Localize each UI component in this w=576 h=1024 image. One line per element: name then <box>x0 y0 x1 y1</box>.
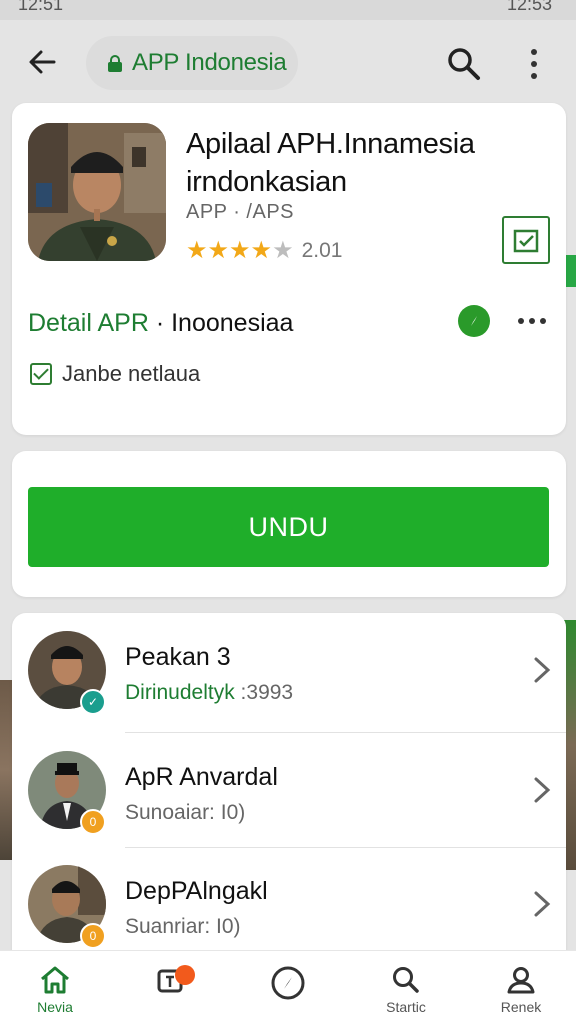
checkbox-label: Janbe netlaua <box>62 361 201 386</box>
search-icon <box>393 967 419 993</box>
list-item-name: DepPAlngakl <box>125 877 268 905</box>
dot-icon <box>531 61 537 67</box>
install-button[interactable] <box>502 216 550 264</box>
nav-label: Renek <box>500 999 542 1015</box>
chevron-right-icon <box>534 891 551 917</box>
search-button[interactable] <box>444 44 484 84</box>
nav-search[interactable]: Startic <box>361 951 451 1024</box>
related-list: ✓ Peakan 3 Dirinudeltyk :3993 0 ApR Anva… <box>12 613 566 983</box>
url-text: APP Indonesia <box>132 49 287 76</box>
list-item[interactable]: 0 ApR Anvardal Sunoaiar: I0) <box>12 733 566 847</box>
star-icon: ★ <box>186 237 208 264</box>
background-accent <box>566 255 576 287</box>
checkbox-row[interactable]: Janbe netlaua <box>30 361 200 387</box>
bottom-navigation: Nevia Startic Renek <box>0 950 576 1024</box>
detail-country: Inoonesiaa <box>171 309 294 337</box>
list-item-meta: Suanriar: I0) <box>125 915 241 938</box>
notification-dot <box>175 965 195 985</box>
nav-explore[interactable] <box>243 951 333 1024</box>
list-item-name: Peakan 3 <box>125 643 231 671</box>
url-bar[interactable]: APP Indonesia <box>86 36 298 90</box>
star-icon: ★ <box>250 237 273 264</box>
rating-count: 2.01 <box>301 239 343 262</box>
back-button[interactable] <box>22 42 62 82</box>
lock-icon <box>108 55 122 72</box>
top-app-bar: APP Indonesia <box>0 20 576 106</box>
star-icon: ★ <box>229 237 251 264</box>
app-info-card: Apilaal APH.Innamesia irndonkasian APP ·… <box>12 103 566 435</box>
chevron-right-icon <box>534 657 551 683</box>
more-options-button[interactable] <box>522 44 546 84</box>
app-rating: ★ ★ ★ ★ ★ 2.01 <box>186 237 342 265</box>
level-badge: 0 <box>80 809 106 835</box>
list-item-name: ApR Anvardal <box>125 763 278 791</box>
compass-icon <box>471 316 477 326</box>
status-bar: 12:51 12:53 <box>0 0 576 20</box>
share-button[interactable] <box>458 305 490 337</box>
list-item-meta: Dirinudeltyk :3993 <box>125 681 294 704</box>
profile-icon <box>507 967 535 994</box>
nav-profile[interactable]: Renek <box>476 951 566 1024</box>
status-time-right: 12:53 <box>506 0 552 14</box>
star-icon: ★ <box>207 237 230 264</box>
dot-icon <box>529 318 535 324</box>
dot-icon <box>518 318 524 324</box>
dot-icon <box>531 73 537 79</box>
download-button[interactable]: UNDU <box>28 487 549 567</box>
app-subtitle: APP · /APS <box>186 201 295 223</box>
card-more-button[interactable] <box>518 307 546 335</box>
status-time-left: 12:51 <box>18 0 64 14</box>
nav-updates[interactable] <box>125 951 215 1024</box>
dot-icon <box>540 318 546 324</box>
compass-icon <box>271 966 305 1000</box>
nav-home[interactable]: Nevia <box>10 951 100 1024</box>
level-badge: 0 <box>80 923 106 949</box>
list-item[interactable]: 0 DepPAlngakl Suanriar: I0) <box>12 847 566 961</box>
detail-separator: · <box>148 309 172 337</box>
app-title: Apilaal APH.Innamesia irndonkasian <box>186 128 475 198</box>
detail-line: Detail APR · Inoonesiaa <box>28 309 293 338</box>
nav-label: Nevia <box>37 999 73 1015</box>
checkbox-icon[interactable] <box>30 363 52 385</box>
star-empty-icon: ★ <box>272 237 294 264</box>
chevron-right-icon <box>534 777 551 803</box>
back-arrow-icon <box>29 50 56 74</box>
list-item-meta: Sunoaiar: I0) <box>125 801 246 824</box>
search-icon <box>448 48 480 80</box>
app-icon-photo <box>28 123 166 261</box>
app-icon[interactable] <box>28 123 166 261</box>
install-icon <box>513 229 539 253</box>
nav-label: Startic <box>386 999 426 1015</box>
dot-icon <box>531 49 537 55</box>
list-item[interactable]: ✓ Peakan 3 Dirinudeltyk :3993 <box>12 613 566 727</box>
download-card: UNDU <box>12 451 566 597</box>
verified-badge: ✓ <box>80 689 106 715</box>
detail-label[interactable]: Detail APR <box>28 309 149 337</box>
home-icon <box>41 966 69 994</box>
